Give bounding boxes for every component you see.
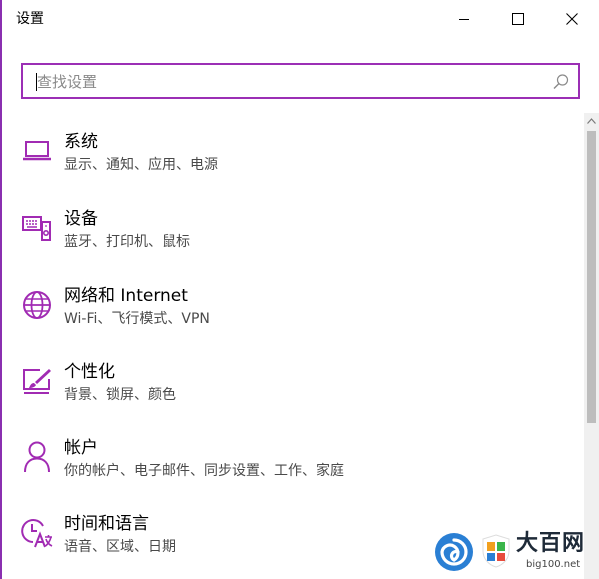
search-icon[interactable] — [552, 73, 570, 91]
settings-item-label: 网络和 Internet — [64, 286, 188, 306]
globe-icon — [20, 288, 54, 322]
minimize-button[interactable] — [439, 0, 489, 38]
settings-item-devices[interactable]: 设备 蓝牙、打印机、鼠标 — [16, 207, 576, 271]
devices-icon — [20, 211, 54, 245]
watermark-shield-logo-icon — [482, 534, 510, 568]
settings-item-desc: 背景、锁屏、颜色 — [64, 387, 176, 403]
person-icon — [20, 440, 54, 474]
close-icon — [566, 13, 578, 25]
scrollbar-thumb[interactable] — [587, 131, 596, 423]
time-language-icon — [20, 516, 54, 550]
settings-item-label: 设备 — [64, 209, 98, 229]
watermark: 大百网 big100.net — [434, 528, 599, 578]
scroll-up-arrow-icon[interactable] — [584, 115, 599, 127]
search-box[interactable] — [21, 63, 580, 99]
watermark-brand: 大百网 — [516, 531, 586, 556]
settings-item-desc: 蓝牙、打印机、鼠标 — [64, 234, 190, 250]
settings-item-system[interactable]: 系统 显示、通知、应用、电源 — [16, 130, 576, 194]
settings-item-network[interactable]: 网络和 Internet Wi-Fi、飞行模式、VPN — [16, 284, 576, 348]
maximize-button[interactable] — [493, 0, 543, 38]
settings-item-label: 帐户 — [64, 438, 98, 458]
settings-item-label: 个性化 — [64, 362, 115, 382]
title-bar[interactable]: 设置 — [2, 0, 599, 38]
text-cursor — [36, 73, 37, 91]
watermark-url: big100.net — [526, 559, 581, 570]
window-title: 设置 — [16, 11, 44, 27]
paint-icon — [20, 364, 54, 398]
maximize-icon — [512, 13, 524, 25]
settings-item-label: 系统 — [64, 132, 98, 152]
vertical-scrollbar[interactable] — [584, 113, 599, 579]
settings-item-label: 时间和语言 — [64, 514, 149, 534]
settings-item-personalization[interactable]: 个性化 背景、锁屏、颜色 — [16, 360, 576, 424]
watermark-swirl-logo-icon — [435, 533, 473, 571]
settings-item-accounts[interactable]: 帐户 你的帐户、电子邮件、同步设置、工作、家庭 — [16, 436, 576, 500]
settings-window: 设置 系统 显示、通知、应用、电源 — [0, 0, 599, 579]
laptop-icon — [20, 134, 54, 168]
minimize-icon — [459, 19, 469, 20]
settings-item-desc: 你的帐户、电子邮件、同步设置、工作、家庭 — [64, 463, 344, 479]
settings-item-desc: 语音、区域、日期 — [64, 539, 176, 555]
settings-item-desc: Wi-Fi、飞行模式、VPN — [64, 311, 210, 327]
close-button[interactable] — [547, 0, 597, 38]
search-input[interactable] — [37, 71, 537, 93]
settings-item-desc: 显示、通知、应用、电源 — [64, 157, 218, 173]
